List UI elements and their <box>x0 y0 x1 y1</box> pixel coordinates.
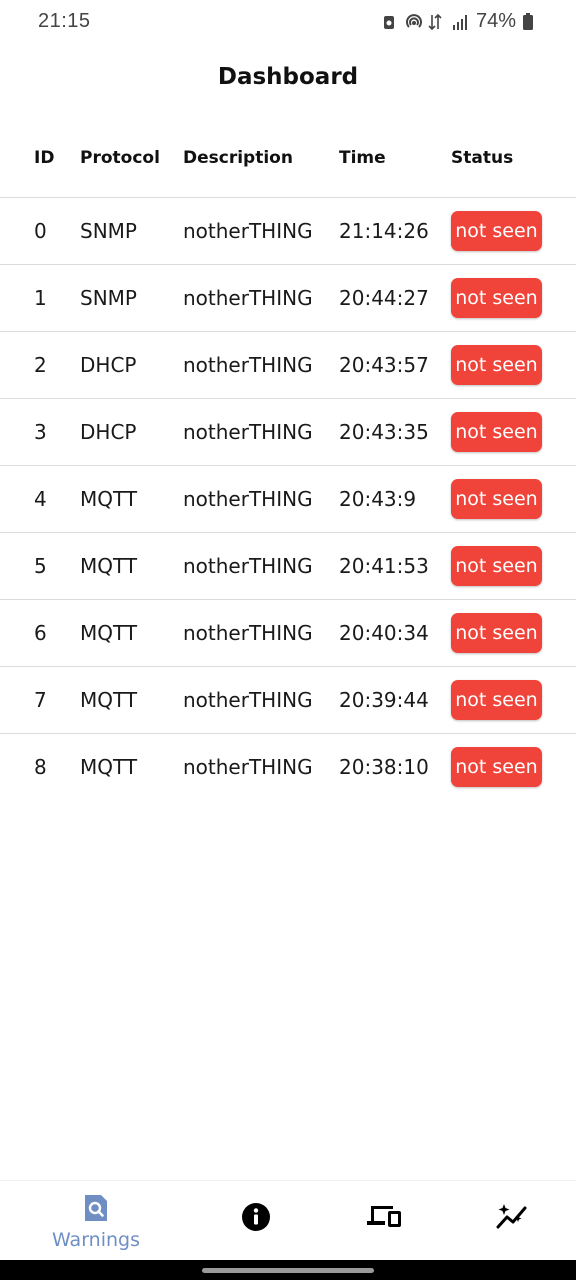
bottom-navigation: Warnings <box>0 1180 576 1260</box>
nav-label-warnings: Warnings <box>51 1229 140 1251</box>
row-time: 20:43:9 <box>339 487 417 511</box>
row-protocol: SNMP <box>80 219 137 243</box>
sparkle-chart-icon <box>496 1203 528 1235</box>
row-time: 20:40:34 <box>339 621 429 645</box>
column-header-id: ID <box>34 148 55 168</box>
status-badge[interactable]: not seen <box>451 211 542 251</box>
table-header: ID Protocol Description Time Status <box>0 130 576 198</box>
signal-icon <box>452 13 470 31</box>
row-protocol: MQTT <box>80 688 138 712</box>
table-row[interactable]: 7 MQTT notherTHING 20:39:44 not seen <box>0 667 576 734</box>
row-protocol: MQTT <box>80 621 138 645</box>
table-row[interactable]: 4 MQTT notherTHING 20:43:9 not seen <box>0 466 576 533</box>
table-row[interactable]: 3 DHCP notherTHING 20:43:35 not seen <box>0 399 576 466</box>
nav-item-insights[interactable] <box>482 1181 542 1261</box>
battery-icon <box>522 12 540 31</box>
row-time: 20:44:27 <box>339 286 429 310</box>
row-protocol: DHCP <box>80 420 137 444</box>
row-id: 1 <box>34 286 47 310</box>
column-header-protocol: Protocol <box>80 148 160 168</box>
column-header-description: Description <box>183 148 293 168</box>
status-badge[interactable]: not seen <box>451 278 542 318</box>
status-badge[interactable]: not seen <box>451 412 542 452</box>
row-time: 20:38:10 <box>339 755 429 779</box>
row-description: notherTHING <box>183 554 313 578</box>
column-header-status: Status <box>451 148 514 168</box>
status-badge[interactable]: not seen <box>451 747 542 787</box>
column-header-time: Time <box>339 148 386 168</box>
status-badge[interactable]: not seen <box>451 546 542 586</box>
search-document-icon <box>83 1193 109 1227</box>
table-row[interactable]: 8 MQTT notherTHING 20:38:10 not seen <box>0 734 576 801</box>
table-row[interactable]: 6 MQTT notherTHING 20:40:34 not seen <box>0 600 576 667</box>
status-icons: 74% <box>380 10 540 33</box>
info-icon <box>241 1202 271 1236</box>
status-badge[interactable]: not seen <box>451 613 542 653</box>
table-row[interactable]: 2 DHCP notherTHING 20:43:57 not seen <box>0 332 576 399</box>
status-time: 21:15 <box>38 10 91 32</box>
status-badge[interactable]: not seen <box>451 680 542 720</box>
row-description: notherTHING <box>183 688 313 712</box>
row-protocol: MQTT <box>80 487 138 511</box>
row-protocol: MQTT <box>80 554 138 578</box>
recycle-icon <box>380 13 398 31</box>
status-badge[interactable]: not seen <box>451 479 542 519</box>
table-row[interactable]: 5 MQTT notherTHING 20:41:53 not seen <box>0 533 576 600</box>
hotspot-icon <box>404 13 422 31</box>
row-protocol: SNMP <box>80 286 137 310</box>
row-protocol: DHCP <box>80 353 137 377</box>
devices-icon <box>366 1203 402 1233</box>
row-id: 6 <box>34 621 47 645</box>
nav-item-devices[interactable] <box>354 1181 414 1261</box>
row-id: 3 <box>34 420 47 444</box>
table-row[interactable]: 1 SNMP notherTHING 20:44:27 not seen <box>0 265 576 332</box>
row-time: 20:43:57 <box>339 353 429 377</box>
row-description: notherTHING <box>183 755 313 779</box>
row-id: 4 <box>34 487 47 511</box>
row-id: 7 <box>34 688 47 712</box>
row-id: 8 <box>34 755 47 779</box>
status-bar: 21:15 74% <box>0 0 576 46</box>
row-description: notherTHING <box>183 487 313 511</box>
row-time: 20:41:53 <box>339 554 429 578</box>
home-indicator[interactable] <box>202 1268 374 1273</box>
gesture-bar <box>0 1260 576 1280</box>
row-description: notherTHING <box>183 420 313 444</box>
status-badge[interactable]: not seen <box>451 345 542 385</box>
page-title: Dashboard <box>217 64 359 90</box>
row-time: 20:39:44 <box>339 688 429 712</box>
row-id: 2 <box>34 353 47 377</box>
row-time: 20:43:35 <box>339 420 429 444</box>
row-description: notherTHING <box>183 621 313 645</box>
row-description: notherTHING <box>183 353 313 377</box>
data-transfer-icon <box>428 13 446 31</box>
row-description: notherTHING <box>183 219 313 243</box>
row-time: 21:14:26 <box>339 219 429 243</box>
table-row[interactable]: 0 SNMP notherTHING 21:14:26 not seen <box>0 198 576 265</box>
row-protocol: MQTT <box>80 755 138 779</box>
row-id: 0 <box>34 219 47 243</box>
nav-item-warnings[interactable]: Warnings <box>40 1181 152 1261</box>
row-id: 5 <box>34 554 47 578</box>
row-description: notherTHING <box>183 286 313 310</box>
nav-item-info[interactable] <box>226 1181 286 1261</box>
battery-percent: 74% <box>475 10 516 32</box>
